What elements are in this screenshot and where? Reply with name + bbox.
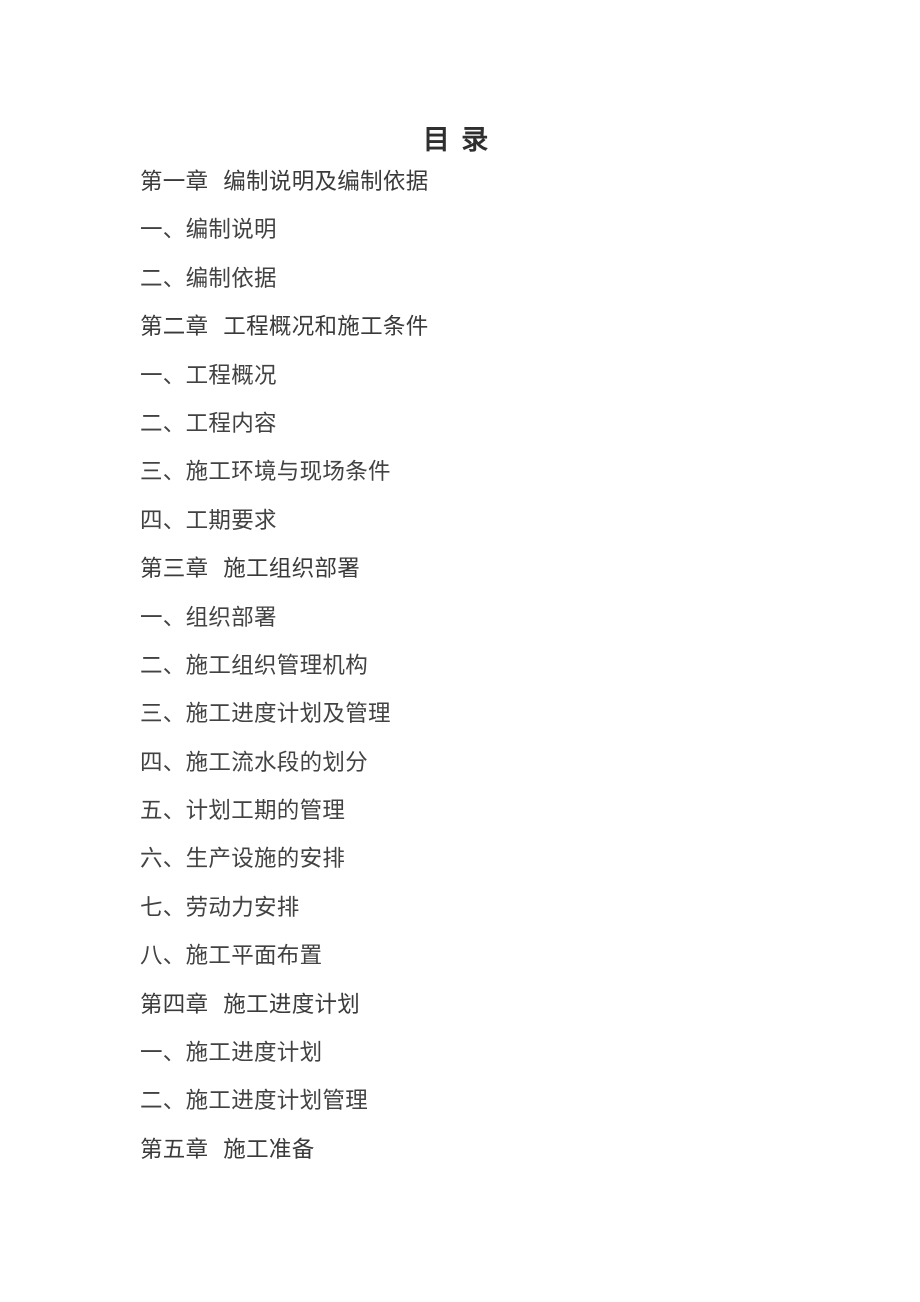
- toc-chapter-entry[interactable]: 第五章 施工准备: [140, 1134, 840, 1182]
- toc-section-entry[interactable]: 四、施工流水段的划分: [140, 747, 840, 795]
- toc-section-entry[interactable]: 七、劳动力安排: [140, 892, 840, 940]
- toc-section-entry[interactable]: 三、施工环境与现场条件: [140, 456, 840, 504]
- toc-section-entry[interactable]: 一、施工进度计划: [140, 1037, 840, 1085]
- toc-chapter-entry[interactable]: 第一章 编制说明及编制依据: [140, 166, 840, 214]
- table-of-contents: 第一章 编制说明及编制依据 一、编制说明 二、编制依据 第二章 工程概况和施工条件 一、…: [140, 166, 840, 1182]
- toc-chapter-entry[interactable]: 第三章 施工组织部署: [140, 553, 840, 601]
- toc-section-entry[interactable]: 四、工期要求: [140, 505, 840, 553]
- toc-section-entry[interactable]: 一、组织部署: [140, 602, 840, 650]
- toc-section-entry[interactable]: 三、施工进度计划及管理: [140, 698, 840, 746]
- page-title: 目 录: [422, 125, 490, 156]
- toc-section-entry[interactable]: 二、施工进度计划管理: [140, 1085, 840, 1133]
- toc-section-entry[interactable]: 六、生产设施的安排: [140, 843, 840, 891]
- toc-section-entry[interactable]: 一、工程概况: [140, 360, 840, 408]
- toc-section-entry[interactable]: 八、施工平面布置: [140, 940, 840, 988]
- toc-section-entry[interactable]: 五、计划工期的管理: [140, 795, 840, 843]
- toc-section-entry[interactable]: 一、编制说明: [140, 214, 840, 262]
- document-page: 目 录 第一章 编制说明及编制依据 一、编制说明 二、编制依据 第二章 工程概况和施工…: [0, 0, 920, 1302]
- toc-section-entry[interactable]: 二、编制依据: [140, 263, 840, 311]
- toc-section-entry[interactable]: 二、工程内容: [140, 408, 840, 456]
- toc-chapter-entry[interactable]: 第二章 工程概况和施工条件: [140, 311, 840, 359]
- toc-section-entry[interactable]: 二、施工组织管理机构: [140, 650, 840, 698]
- toc-chapter-entry[interactable]: 第四章 施工进度计划: [140, 989, 840, 1037]
